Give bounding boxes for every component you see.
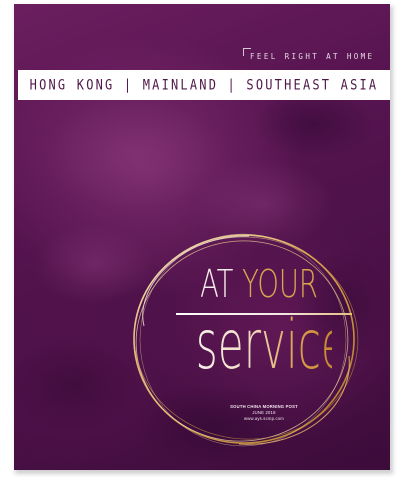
cover-credits: SOUTH CHINA MORNING POST JUNE 2018 www.a… xyxy=(204,404,324,422)
website-url: www.ays.scmp.com xyxy=(244,416,284,421)
regions-banner: HONG KONG | MAINLAND | SOUTHEAST ASIA xyxy=(18,70,390,100)
regions-text: HONG KONG | MAINLAND | SOUTHEAST ASIA xyxy=(29,76,379,94)
title-service: service xyxy=(195,306,347,385)
title-at-your: AT YOUR xyxy=(187,262,331,306)
tagline: FEEL RIGHT AT HOME xyxy=(250,52,375,61)
title-at: AT xyxy=(200,262,234,306)
magazine-cover: FEEL RIGHT AT HOME HONG KONG | MAINLAND … xyxy=(14,4,390,470)
title-your: YOUR xyxy=(242,262,318,306)
